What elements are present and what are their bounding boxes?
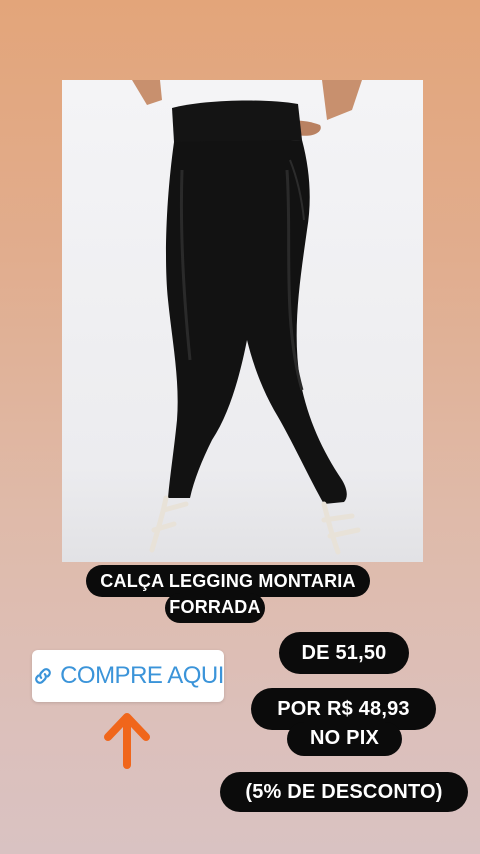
product-photo bbox=[62, 80, 423, 562]
buy-link-sticker[interactable]: COMPRE AQUI bbox=[32, 650, 224, 702]
leggings-illustration bbox=[132, 80, 362, 555]
buy-link-label: COMPRE AQUI bbox=[60, 662, 224, 689]
product-title-line2: FORRADA bbox=[165, 593, 265, 623]
original-price: DE 51,50 bbox=[279, 632, 409, 674]
arrow-up-icon bbox=[104, 713, 150, 769]
discount-badge: (5% DE DESCONTO) bbox=[220, 772, 468, 812]
payment-method: NO PIX bbox=[287, 722, 402, 756]
link-icon bbox=[32, 665, 54, 687]
